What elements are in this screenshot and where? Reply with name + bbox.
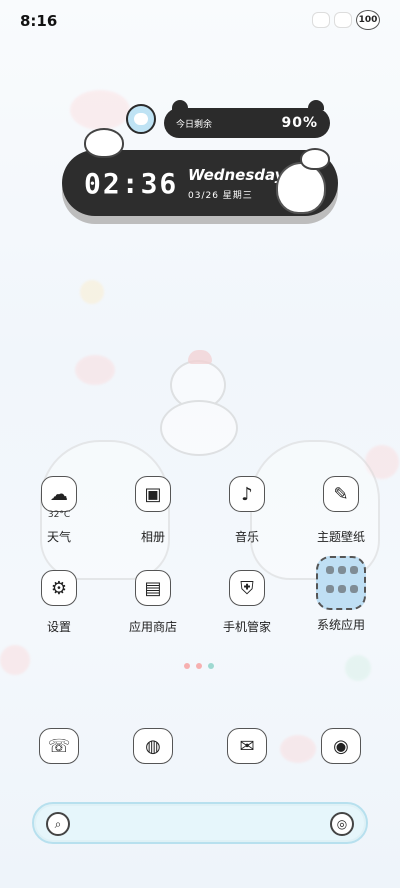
weather-temp: 32°C xyxy=(47,510,71,520)
remaining-pill: 今日剩余 90% xyxy=(164,108,330,138)
app-label: 音乐 xyxy=(234,530,259,544)
folder-icon xyxy=(316,556,366,610)
app-label: 应用商店 xyxy=(128,620,177,634)
sleeping-cat-icon xyxy=(84,128,124,158)
clock-time: 02:36 xyxy=(84,167,179,200)
app-label: 设置 xyxy=(46,620,71,634)
dock-phone[interactable]: ☏ xyxy=(14,728,104,764)
phone-manager-icon: ⛨ xyxy=(229,570,265,606)
dock-messages[interactable]: ✉ xyxy=(202,728,292,764)
app-folder-system[interactable]: 系统应用 xyxy=(296,556,386,633)
app-label: 系统应用 xyxy=(316,618,365,632)
app-label: 手机管家 xyxy=(222,620,271,634)
messages-icon: ✉ xyxy=(227,728,267,764)
settings-icon: ⚙ xyxy=(41,570,77,606)
app-gallery[interactable]: ▣ 相册 xyxy=(108,476,198,545)
camera-icon: ◉ xyxy=(321,728,361,764)
app-weather[interactable]: ☁ 32°C 天气 xyxy=(14,476,104,545)
browser-icon: ◍ xyxy=(133,728,173,764)
cat-face-icon xyxy=(126,104,156,134)
music-icon: ♪ xyxy=(229,476,265,512)
page-dot xyxy=(184,663,190,669)
battery-icon: 100 xyxy=(356,10,380,30)
app-settings[interactable]: ⚙ 设置 xyxy=(14,570,104,635)
remaining-percent: 90% xyxy=(281,115,318,131)
app-store-icon: ▤ xyxy=(135,570,171,606)
status-time: 8:16 xyxy=(20,12,58,30)
app-label: 天气 xyxy=(46,530,71,544)
search-bar[interactable]: ⌕ ◎ xyxy=(32,802,368,844)
dock-browser[interactable]: ◍ xyxy=(108,728,198,764)
weather-icon: ☁ xyxy=(41,476,77,512)
app-label: 主题壁纸 xyxy=(316,530,365,544)
app-theme[interactable]: ✎ 主题壁纸 xyxy=(296,476,386,545)
clock-date: 03/26 星期三 xyxy=(188,191,253,201)
theme-icon: ✎ xyxy=(323,476,359,512)
notification-icon xyxy=(312,12,330,28)
remaining-label: 今日剩余 xyxy=(176,119,213,130)
clock-widget[interactable]: 今日剩余 90% 02:36 Wednesday 03/26 星期三 xyxy=(62,100,342,240)
voice-search-icon[interactable]: ◎ xyxy=(330,812,354,836)
clock-weekday: Wednesday xyxy=(188,166,285,184)
page-dot xyxy=(196,663,202,669)
cat-icon xyxy=(334,12,352,28)
dock-camera[interactable]: ◉ xyxy=(296,728,386,764)
search-icon[interactable]: ⌕ xyxy=(46,812,70,836)
status-bar: 8:16 100 xyxy=(0,0,400,40)
page-dot-active xyxy=(208,663,214,669)
page-indicator[interactable] xyxy=(184,663,214,669)
app-store[interactable]: ▤ 应用商店 xyxy=(108,570,198,635)
phone-icon: ☏ xyxy=(39,728,79,764)
app-label: 相册 xyxy=(140,530,165,544)
app-phone-manager[interactable]: ⛨ 手机管家 xyxy=(202,570,292,635)
app-music[interactable]: ♪ 音乐 xyxy=(202,476,292,545)
small-cat-icon xyxy=(300,148,330,170)
gallery-icon: ▣ xyxy=(135,476,171,512)
